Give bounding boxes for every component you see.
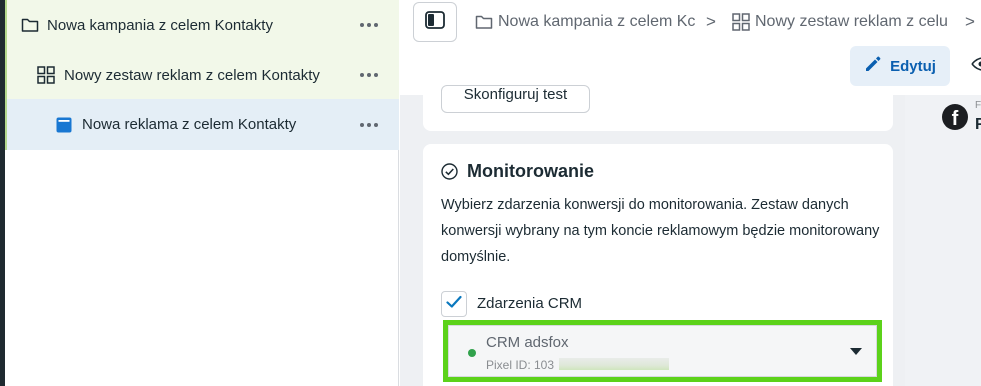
more-options-button[interactable] bbox=[357, 65, 381, 85]
tree-item-label: Nowa reklama z celem Kontakty bbox=[82, 116, 297, 133]
checkmark-icon bbox=[446, 295, 462, 314]
breadcrumb-separator: > bbox=[706, 12, 716, 31]
monitoring-description: Wybierz zdarzenia konwersji do monitorow… bbox=[441, 197, 880, 265]
crm-events-checkbox[interactable] bbox=[441, 291, 467, 317]
pixel-id: Pixel ID: 103 bbox=[486, 358, 555, 372]
tree-item-ad-set[interactable]: Nowy zestaw reklam z celem Kontakty bbox=[5, 50, 399, 100]
toggle-panel-button[interactable] bbox=[413, 2, 457, 42]
monitoring-title: Monitorowanie bbox=[467, 161, 594, 181]
status-dot-icon bbox=[468, 349, 476, 357]
preview-page-name: F bbox=[975, 116, 981, 133]
breadcrumb-campaign[interactable]: Nowa kampania z celem Kc bbox=[475, 12, 700, 32]
eye-icon[interactable] bbox=[971, 56, 981, 77]
tree-item-label: Nowy zestaw reklam z celem Kontakty bbox=[64, 66, 320, 84]
tree-item-campaign[interactable]: Nowa kampania z celem Kontakty bbox=[5, 0, 399, 50]
preview-page-meta: F bbox=[975, 100, 981, 111]
folder-icon bbox=[21, 16, 39, 34]
configure-test-button[interactable]: Skonfiguruj test bbox=[441, 85, 590, 113]
pixel-dropdown[interactable]: CRM adsfox Pixel ID: 103 bbox=[443, 320, 882, 382]
ad-set-grid-icon bbox=[732, 13, 750, 31]
redacted-pixel-id bbox=[559, 358, 669, 370]
sidebar-panel-icon bbox=[425, 10, 445, 34]
tree-item-label: Nowa kampania z celem Kontakty bbox=[47, 16, 273, 34]
configure-test-label: Skonfiguruj test bbox=[463, 85, 568, 103]
breadcrumb-separator: > bbox=[965, 12, 975, 31]
pencil-icon bbox=[864, 55, 882, 78]
campaign-tree: Nowa kampania z celem Kontakty Nowy zest… bbox=[5, 0, 399, 386]
top-bar: Nowa kampania z celem Kc > Nowy zestaw r… bbox=[400, 0, 981, 95]
more-options-button[interactable] bbox=[357, 15, 381, 35]
tree-item-ad[interactable]: Nowa reklama z celem Kontakty bbox=[5, 99, 399, 150]
breadcrumb-label: Nowa kampania z celem Kc bbox=[498, 13, 696, 30]
ad-set-grid-icon bbox=[37, 66, 55, 84]
breadcrumb-ad-set[interactable]: Nowy zestaw reklam z celu bbox=[732, 12, 957, 32]
caret-down-icon bbox=[850, 348, 862, 355]
ad-icon bbox=[55, 116, 73, 134]
breadcrumb-label: Nowy zestaw reklam z celu bbox=[755, 13, 948, 30]
edit-button-label: Edytuj bbox=[890, 57, 936, 75]
folder-icon bbox=[475, 14, 493, 30]
pixel-dropdown-field: CRM adsfox Pixel ID: 103 bbox=[448, 325, 877, 377]
edit-button[interactable]: Edytuj bbox=[850, 46, 950, 86]
check-circle-icon bbox=[441, 163, 458, 185]
ad-preview-panel bbox=[905, 95, 981, 386]
more-options-button[interactable] bbox=[357, 115, 381, 135]
crm-events-label: Zdarzenia CRM bbox=[477, 295, 583, 312]
facebook-logo-icon: f bbox=[942, 104, 968, 130]
pixel-name: CRM adsfox bbox=[486, 334, 569, 351]
